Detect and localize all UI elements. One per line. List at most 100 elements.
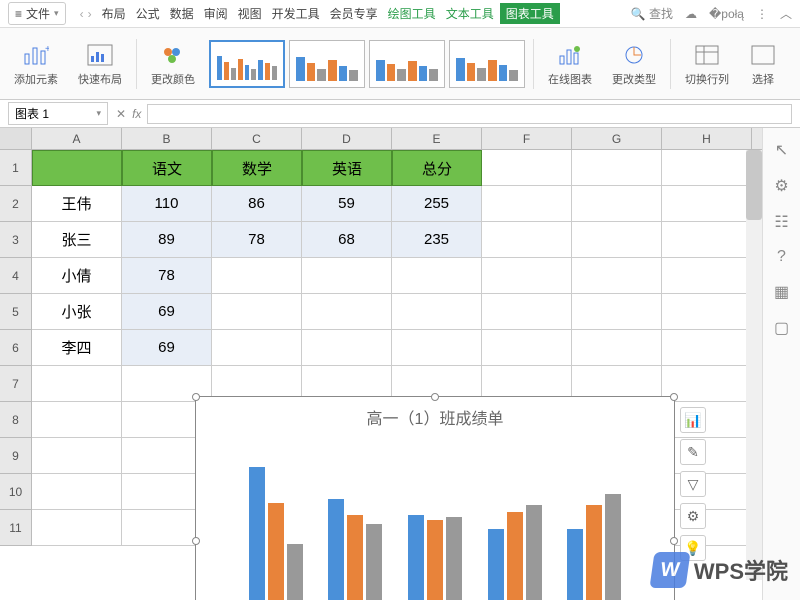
ribbon-change-type[interactable]: 更改类型 <box>606 41 662 87</box>
row-header[interactable]: 8 <box>0 402 32 438</box>
bar[interactable] <box>408 515 424 600</box>
cell[interactable] <box>572 186 662 222</box>
cell[interactable] <box>302 330 392 366</box>
cell[interactable] <box>662 186 752 222</box>
cell[interactable] <box>662 402 752 438</box>
cell[interactable]: 王伟 <box>32 186 122 222</box>
col-header[interactable]: A <box>32 128 122 149</box>
clipboard-icon[interactable]: ▢ <box>774 318 789 338</box>
row-header[interactable]: 11 <box>0 510 32 546</box>
cell[interactable] <box>662 222 752 258</box>
tab-draw-tools[interactable]: 绘图工具 <box>384 3 440 24</box>
tab-view[interactable]: 视图 <box>234 3 266 24</box>
chart-style-2[interactable] <box>289 40 365 88</box>
embedded-chart[interactable]: 高一（1）班成绩单 王伟张三小倩小张李四 语文数学英语 📊 ✎ ▽ ⚙ 💡 <box>195 396 675 600</box>
cell[interactable] <box>32 474 122 510</box>
tab-data[interactable]: 数据 <box>166 3 198 24</box>
cell[interactable]: 张三 <box>32 222 122 258</box>
cell[interactable]: 255 <box>392 186 482 222</box>
bar[interactable] <box>347 515 363 600</box>
bar[interactable] <box>507 512 523 600</box>
row-header[interactable]: 5 <box>0 294 32 330</box>
nav-prev[interactable]: ‹ <box>80 7 84 21</box>
cursor-tool-icon[interactable]: ↖ <box>775 140 788 160</box>
cell[interactable] <box>392 330 482 366</box>
resize-handle[interactable] <box>192 393 200 401</box>
cancel-icon[interactable]: ✕ <box>116 107 126 121</box>
col-header[interactable]: C <box>212 128 302 149</box>
cell[interactable]: 235 <box>392 222 482 258</box>
help-icon[interactable]: ? <box>777 248 786 266</box>
cell[interactable] <box>32 402 122 438</box>
resize-handle[interactable] <box>431 393 439 401</box>
cell[interactable] <box>662 258 752 294</box>
resize-handle[interactable] <box>670 393 678 401</box>
cell[interactable] <box>32 366 122 402</box>
chart-style-button[interactable]: ✎ <box>680 439 706 465</box>
bar[interactable] <box>446 517 462 600</box>
cell[interactable]: 英语 <box>302 150 392 186</box>
cell[interactable]: 总分 <box>392 150 482 186</box>
cell[interactable]: 78 <box>212 222 302 258</box>
bar[interactable] <box>366 524 382 600</box>
bar[interactable] <box>268 503 284 600</box>
row-header[interactable]: 7 <box>0 366 32 402</box>
ribbon-select[interactable]: 选择 <box>743 41 783 87</box>
chart-plot-area[interactable] <box>216 433 654 600</box>
row-header[interactable]: 1 <box>0 150 32 186</box>
bar[interactable] <box>287 544 303 600</box>
tab-layout[interactable]: 布局 <box>98 3 130 24</box>
chart-style-4[interactable] <box>449 40 525 88</box>
cell[interactable] <box>662 330 752 366</box>
cell[interactable] <box>572 150 662 186</box>
cell[interactable]: 小倩 <box>32 258 122 294</box>
ribbon-add-element[interactable]: + 添加元素 <box>8 41 64 87</box>
ribbon-change-color[interactable]: 更改颜色 <box>145 41 201 87</box>
row-header[interactable]: 6 <box>0 330 32 366</box>
col-header[interactable]: F <box>482 128 572 149</box>
bar[interactable] <box>526 505 542 600</box>
cell[interactable] <box>482 330 572 366</box>
col-header[interactable]: B <box>122 128 212 149</box>
cell[interactable] <box>212 294 302 330</box>
bar-group[interactable] <box>408 515 462 600</box>
cell[interactable] <box>392 294 482 330</box>
cell[interactable] <box>482 222 572 258</box>
bar-group[interactable] <box>488 505 542 600</box>
cell[interactable] <box>32 150 122 186</box>
scrollbar-thumb[interactable] <box>746 150 762 220</box>
ribbon-quick-layout[interactable]: 快速布局 <box>72 41 128 87</box>
cell[interactable]: 110 <box>122 186 212 222</box>
cell[interactable] <box>212 330 302 366</box>
cell[interactable]: 86 <box>212 186 302 222</box>
cell[interactable]: 78 <box>122 258 212 294</box>
cell[interactable] <box>662 150 752 186</box>
cell[interactable] <box>32 510 122 546</box>
cell[interactable]: 89 <box>122 222 212 258</box>
chart-title[interactable]: 高一（1）班成绩单 <box>196 397 674 433</box>
bar[interactable] <box>567 529 583 600</box>
cell[interactable] <box>32 438 122 474</box>
search-button[interactable]: 🔍 查找 <box>631 5 673 22</box>
cell[interactable] <box>572 294 662 330</box>
tab-text-tools[interactable]: 文本工具 <box>442 3 498 24</box>
resize-handle[interactable] <box>670 537 678 545</box>
nav-next[interactable]: › <box>88 7 92 21</box>
bar-group[interactable] <box>567 494 621 600</box>
name-box[interactable]: 图表 1 ▾ <box>8 102 108 125</box>
cell[interactable] <box>302 294 392 330</box>
cell[interactable] <box>392 258 482 294</box>
chart-settings-button[interactable]: ⚙ <box>680 503 706 529</box>
bar[interactable] <box>328 499 344 600</box>
bar-group[interactable] <box>249 467 303 600</box>
style-panel-icon[interactable]: ☷ <box>774 212 788 232</box>
settings-panel-icon[interactable]: ⚙ <box>774 176 788 196</box>
cell[interactable]: 数学 <box>212 150 302 186</box>
cell[interactable]: 69 <box>122 330 212 366</box>
row-header[interactable]: 10 <box>0 474 32 510</box>
cloud-icon[interactable]: ☁ <box>685 7 697 21</box>
template-icon[interactable]: ▦ <box>774 282 789 302</box>
share-icon[interactable]: �połą <box>709 7 744 21</box>
cell[interactable] <box>302 258 392 294</box>
col-header[interactable]: D <box>302 128 392 149</box>
